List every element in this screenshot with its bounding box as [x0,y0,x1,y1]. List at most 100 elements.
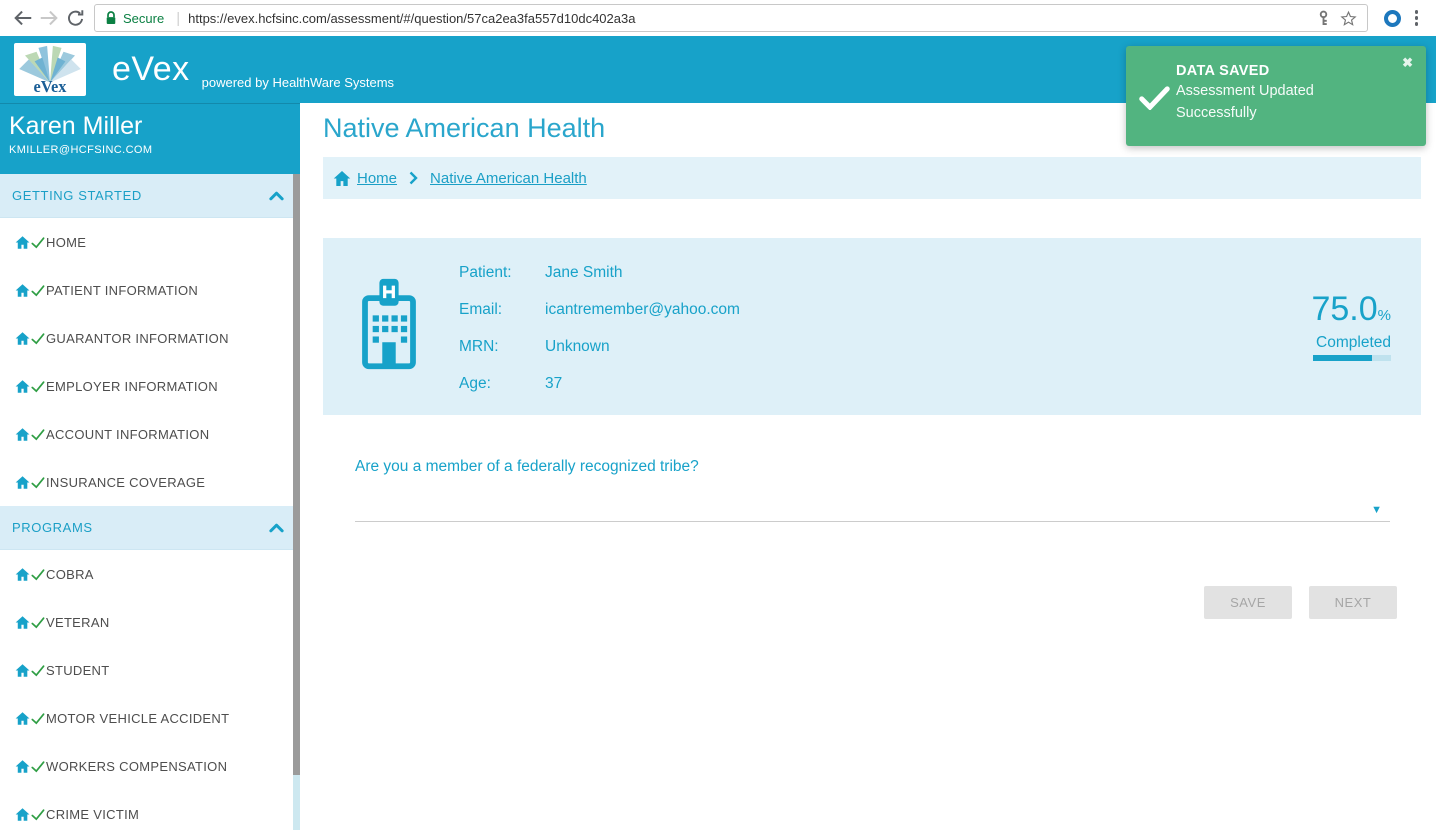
sidebar-item[interactable]: STUDENT [0,646,300,694]
sidebar-section-label: PROGRAMS [12,520,269,535]
home-icon [333,170,351,187]
url-separator: | [176,10,180,27]
sidebar-item[interactable]: WORKERS COMPENSATION [0,742,300,790]
logo-text: eVex [34,77,68,95]
chevron-down-icon[interactable]: ▼ [1371,504,1382,516]
home-icon [15,710,30,727]
check-icon [30,805,46,824]
sidebar-item[interactable]: CRIME VICTIM [0,790,300,830]
progress-bar-fill [1313,355,1372,361]
check-icon [30,709,46,728]
save-button[interactable]: SAVE [1204,586,1292,619]
question-text: Are you a member of a federally recogniz… [323,458,1421,476]
check-icon [30,757,46,776]
check-icon [30,329,46,348]
browser-menu-icon[interactable] [1407,10,1427,26]
brand-name: eVex [112,50,190,89]
sidebar-item[interactable]: EMPLOYER INFORMATION [0,362,300,410]
address-bar[interactable]: Secure | https://evex.hcfsinc.com/assess… [94,4,1368,32]
key-icon[interactable] [1317,9,1330,28]
sidebar-item[interactable]: PATIENT INFORMATION [0,266,300,314]
sidebar-item[interactable]: INSURANCE COVERAGE [0,458,300,506]
brand-tagline: powered by HealthWare Systems [202,75,394,90]
answer-select[interactable]: ▼ [355,488,1390,522]
home-icon [15,282,30,299]
next-button[interactable]: NEXT [1309,586,1397,619]
home-icon [15,566,30,583]
url-text[interactable]: https://evex.hcfsinc.com/assessment/#/qu… [188,11,1308,26]
sidebar: Karen Miller KMILLER@HCFSINC.COM GETTING… [0,103,300,830]
patient-field-row: Patient: Jane Smith [459,254,740,291]
progress-percent-value: 75.0 [1311,290,1377,328]
sidebar-section-header[interactable]: PROGRAMS [0,506,300,550]
home-icon [15,806,30,823]
patient-field-row: Email: icantremember@yahoo.com [459,291,740,328]
chevron-right-icon [409,171,418,185]
patient-fields: Patient: Jane Smith Email: icantremember… [459,254,740,415]
toast-title: DATA SAVED [1176,63,1391,79]
browser-reload-icon[interactable] [62,8,88,29]
field-value: Jane Smith [545,264,623,282]
sidebar-section: PROGRAMS COBRA [0,506,300,830]
sidebar-item[interactable]: HOME [0,218,300,266]
screen: Secure | https://evex.hcfsinc.com/assess… [0,0,1436,830]
home-icon [15,330,30,347]
sidebar-item-label: VETERAN [46,615,110,630]
form-actions: SAVE NEXT [323,586,1397,619]
security-label[interactable]: Secure [123,11,164,26]
field-value: 37 [545,375,562,393]
patient-summary-card: Patient: Jane Smith Email: icantremember… [323,238,1421,415]
sidebar-item-label: EMPLOYER INFORMATION [46,379,218,394]
toast-message: Assessment Updated Successfully [1176,81,1371,125]
evex-logo[interactable]: eVex [14,43,86,96]
sidebar-item[interactable]: GUARANTOR INFORMATION [0,314,300,362]
field-value: icantremember@yahoo.com [545,301,740,319]
chevron-up-icon[interactable] [269,523,284,533]
home-icon [15,662,30,679]
sidebar-scrollbar[interactable] [293,174,300,830]
sidebar-section-label: GETTING STARTED [12,188,269,203]
check-icon [30,377,46,396]
progress-percent-unit: % [1378,307,1391,324]
progress-bar [1313,355,1391,361]
bookmark-star-icon[interactable] [1340,10,1357,27]
close-icon[interactable]: ✖ [1402,55,1413,71]
check-icon [30,473,46,492]
chevron-up-icon[interactable] [269,191,284,201]
breadcrumb: Home Native American Health [323,157,1421,199]
sidebar-section-header[interactable]: GETTING STARTED [0,174,300,218]
field-label: Age: [459,375,545,393]
browser-back-icon[interactable] [10,7,36,29]
scrollbar-thumb[interactable] [293,174,300,775]
check-icon [30,565,46,584]
check-icon [30,613,46,632]
patient-field-row: Age: 37 [459,365,740,402]
sidebar-item-label: CRIME VICTIM [46,807,139,822]
sidebar-item-label: ACCOUNT INFORMATION [46,427,209,442]
home-icon [15,378,30,395]
browser-forward-icon[interactable] [36,7,62,29]
home-icon [15,614,30,631]
browser-extension-icon[interactable] [1384,10,1401,27]
hospital-icon [358,276,420,415]
check-icon [30,661,46,680]
sidebar-item[interactable]: VETERAN [0,598,300,646]
toast-notification: DATA SAVED Assessment Updated Successful… [1126,46,1426,146]
sidebar-item[interactable]: ACCOUNT INFORMATION [0,410,300,458]
sidebar-item-label: PATIENT INFORMATION [46,283,198,298]
sidebar-section: GETTING STARTED HOME [0,174,300,506]
breadcrumb-home-link[interactable]: Home [357,170,397,187]
check-icon [30,281,46,300]
check-icon [30,233,46,252]
sidebar-item[interactable]: MOTOR VEHICLE ACCIDENT [0,694,300,742]
field-label: MRN: [459,338,545,356]
sidebar-item-label: MOTOR VEHICLE ACCIDENT [46,711,229,726]
field-label: Email: [459,301,545,319]
completion-progress: 75.0% Completed [1311,290,1391,415]
sidebar-item-label: STUDENT [46,663,110,678]
sidebar-item-label: COBRA [46,567,94,582]
browser-toolbar: Secure | https://evex.hcfsinc.com/assess… [0,0,1436,36]
breadcrumb-current-link[interactable]: Native American Health [430,170,587,187]
sidebar-item[interactable]: COBRA [0,550,300,598]
user-block: Karen Miller KMILLER@HCFSINC.COM [0,103,300,174]
